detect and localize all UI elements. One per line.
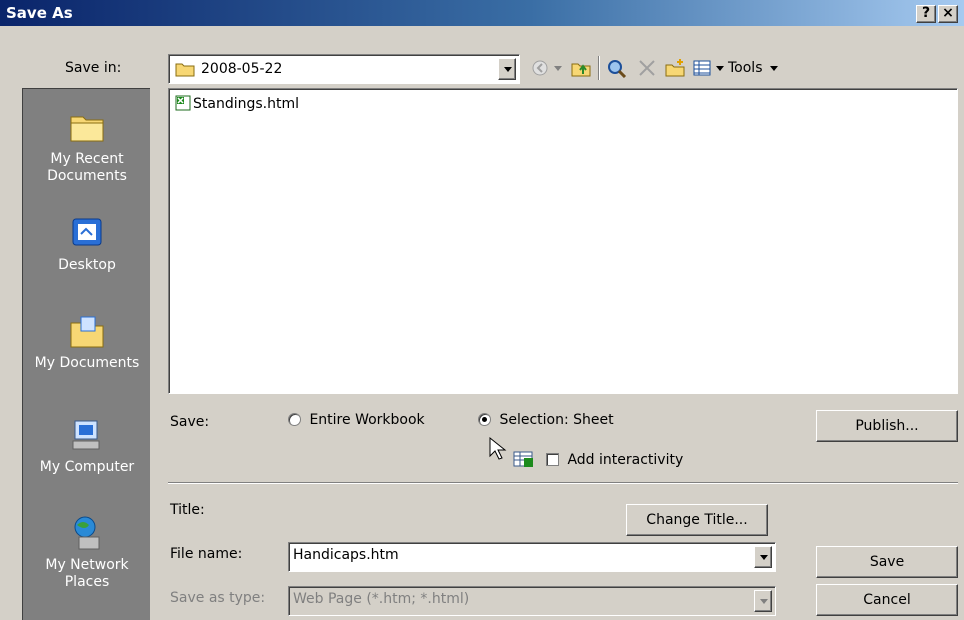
back-dropdown-icon[interactable] [554,66,562,72]
save-in-dropdown-arrow[interactable] [498,58,516,80]
views-icon[interactable] [692,58,714,78]
file-list[interactable]: Standings.html [168,88,958,394]
close-button[interactable]: × [938,5,958,23]
title-bar[interactable]: Save As ? × [0,0,964,26]
desktop-icon [72,218,102,246]
new-folder-icon[interactable] [664,58,686,78]
search-web-icon[interactable] [606,58,628,78]
selection-sheet-label: Selection: Sheet [499,412,614,428]
computer-icon [72,420,100,450]
entire-workbook-label: Entire Workbook [309,412,425,428]
network-places-icon [74,516,100,550]
folder-icon [175,63,195,77]
mouse-cursor-icon [489,436,507,460]
places-label-my-documents: My Documents [34,355,140,371]
file-name-input[interactable]: Handicaps.htm [288,542,776,572]
excel-html-file-icon [175,95,191,111]
save-as-type-combo[interactable]: Web Page (*.htm; *.html) [288,586,776,616]
recent-documents-folder-icon [70,116,104,142]
save-in-label: Save in: [65,60,121,76]
tools-menu-label: Tools [728,60,763,76]
add-interactivity-label: Add interactivity [567,452,684,468]
tools-dropdown-icon [769,66,778,71]
window-title: Save As [6,4,73,22]
delete-icon[interactable] [636,58,658,78]
save-as-type-dropdown-arrow[interactable] [754,590,772,612]
list-item[interactable]: Standings.html [175,95,299,113]
back-icon[interactable] [530,58,552,78]
interactive-sheet-icon [513,451,533,467]
places-label-my-computer: My Computer [39,459,135,475]
save-as-type-value: Web Page (*.htm; *.html) [293,591,470,607]
cancel-button[interactable]: Cancel [816,584,958,616]
publish-button[interactable]: Publish... [816,410,958,442]
places-item-desktop[interactable]: Desktop [23,213,151,274]
file-name-value: Handicaps.htm [293,547,399,563]
toolbar-separator [598,56,600,80]
save-in-label-text: Save in: [65,60,122,76]
places-bar: My Recent Documents Desktop My Documents… [22,88,150,620]
save-as-type-label: Save as type: [170,590,266,606]
places-item-my-computer[interactable]: My Computer [23,415,151,476]
places-item-my-documents[interactable]: My Documents [23,311,151,372]
places-item-recent[interactable]: My Recent Documents [23,107,151,185]
file-name-label: File name: [170,546,243,562]
title-label: Title: [170,502,205,518]
places-label-network: My Network Places [45,557,129,590]
save-options-label: Save: [170,414,210,430]
save-button[interactable]: Save [816,546,958,578]
selection-sheet-radio-button[interactable] [478,413,491,426]
file-name-dropdown-arrow[interactable] [754,546,772,568]
tools-menu[interactable]: Tools [728,60,778,76]
file-name: Standings.html [193,96,299,112]
my-documents-folder-icon [70,316,104,348]
separator [168,482,958,484]
save-in-value: 2008-05-22 [201,61,283,77]
places-label-desktop: Desktop [58,257,116,273]
help-button[interactable]: ? [916,5,936,23]
entire-workbook-radio[interactable]: Entire Workbook [288,412,425,428]
up-one-level-icon[interactable] [570,58,592,78]
change-title-button[interactable]: Change Title... [626,504,768,536]
add-interactivity-check[interactable] [546,453,559,466]
selection-sheet-radio[interactable]: Selection: Sheet [478,412,614,428]
add-interactivity-checkbox[interactable]: Add interactivity [546,452,683,468]
views-dropdown-icon[interactable] [716,66,724,72]
entire-workbook-radio-button[interactable] [288,413,301,426]
places-label-recent: My Recent Documents [47,151,127,184]
places-item-network[interactable]: My Network Places [23,513,151,591]
save-in-combo[interactable]: 2008-05-22 [168,54,520,84]
